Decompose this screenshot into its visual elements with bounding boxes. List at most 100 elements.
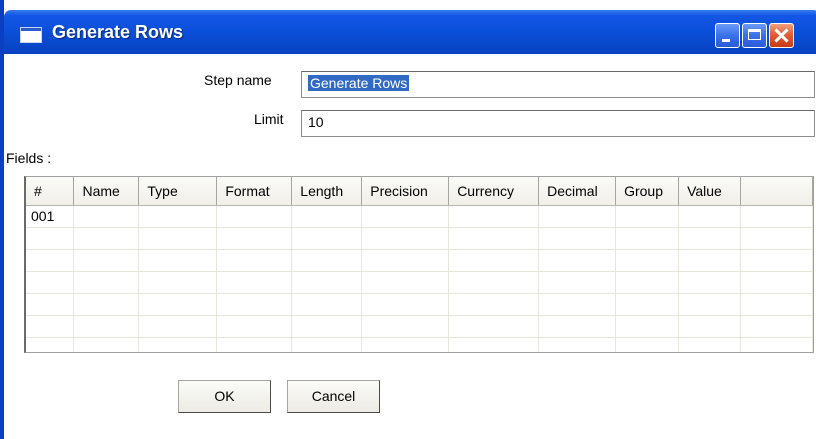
table-cell[interactable]	[73, 205, 140, 228]
table-cell[interactable]	[740, 315, 813, 338]
table-cell[interactable]	[216, 337, 293, 352]
column-header[interactable]: Name	[73, 177, 140, 206]
table-cell[interactable]	[138, 205, 218, 228]
table-cell[interactable]	[216, 227, 293, 250]
table-cell[interactable]	[138, 227, 218, 250]
table-cell[interactable]	[678, 249, 742, 272]
table-cell[interactable]	[678, 315, 742, 338]
table-cell[interactable]	[615, 271, 680, 294]
table-cell[interactable]	[448, 249, 540, 272]
table-cell[interactable]	[678, 293, 742, 316]
table-cell[interactable]	[26, 293, 75, 316]
table-cell[interactable]	[216, 271, 293, 294]
table-cell[interactable]	[291, 315, 363, 338]
table-row[interactable]	[26, 293, 813, 316]
table-cell[interactable]	[538, 271, 617, 294]
table-cell[interactable]	[615, 249, 680, 272]
table-cell[interactable]	[138, 337, 218, 352]
table-cell[interactable]	[538, 337, 617, 352]
table-cell[interactable]	[26, 227, 75, 250]
column-header[interactable]: Precision	[361, 177, 450, 206]
table-cell[interactable]	[615, 337, 680, 352]
table-cell[interactable]	[448, 293, 540, 316]
table-cell[interactable]	[291, 227, 363, 250]
column-header[interactable]: Format	[216, 177, 293, 206]
table-cell[interactable]	[448, 227, 540, 250]
table-row[interactable]	[26, 315, 813, 338]
table-cell[interactable]	[216, 315, 293, 338]
table-cell[interactable]: 001	[26, 205, 75, 228]
table-cell[interactable]	[448, 337, 540, 352]
title-bar[interactable]: Generate Rows	[4, 10, 816, 54]
column-header[interactable]: Currency	[448, 177, 540, 206]
column-header[interactable]: Decimal	[538, 177, 617, 206]
table-cell[interactable]	[740, 337, 813, 352]
table-cell[interactable]	[216, 249, 293, 272]
table-cell[interactable]	[291, 249, 363, 272]
minimize-button[interactable]	[715, 23, 740, 48]
table-cell[interactable]	[538, 205, 617, 228]
column-header[interactable]: #	[26, 177, 75, 206]
table-cell[interactable]	[740, 249, 813, 272]
table-cell[interactable]	[361, 271, 450, 294]
table-cell[interactable]	[740, 227, 813, 250]
table-cell[interactable]	[26, 271, 75, 294]
table-row[interactable]	[26, 249, 813, 272]
table-cell[interactable]	[361, 227, 450, 250]
maximize-button[interactable]	[742, 23, 767, 48]
table-cell[interactable]	[26, 249, 75, 272]
table-cell[interactable]	[361, 337, 450, 352]
column-header[interactable]: Length	[291, 177, 363, 206]
table-row[interactable]	[26, 227, 813, 250]
table-cell[interactable]	[361, 315, 450, 338]
table-cell[interactable]	[291, 293, 363, 316]
table-cell[interactable]	[615, 315, 680, 338]
table-cell[interactable]	[740, 271, 813, 294]
table-cell[interactable]	[538, 227, 617, 250]
ok-button[interactable]: OK	[178, 380, 271, 413]
table-cell[interactable]	[538, 315, 617, 338]
table-cell[interactable]	[216, 205, 293, 228]
table-cell[interactable]	[538, 249, 617, 272]
table-cell[interactable]	[448, 205, 540, 228]
table-cell[interactable]	[26, 337, 75, 352]
table-row[interactable]: 001	[26, 205, 813, 228]
table-row[interactable]	[26, 271, 813, 294]
table-cell[interactable]	[678, 227, 742, 250]
column-header[interactable]: Group	[615, 177, 680, 206]
table-cell[interactable]	[615, 205, 680, 228]
table-cell[interactable]	[73, 337, 140, 352]
table-cell[interactable]	[26, 315, 75, 338]
table-cell[interactable]	[138, 271, 218, 294]
table-cell[interactable]	[361, 205, 450, 228]
table-cell[interactable]	[291, 271, 363, 294]
limit-input[interactable]: 10	[301, 110, 815, 137]
table-cell[interactable]	[615, 227, 680, 250]
table-cell[interactable]	[73, 249, 140, 272]
table-cell[interactable]	[448, 315, 540, 338]
table-cell[interactable]	[538, 293, 617, 316]
table-cell[interactable]	[73, 271, 140, 294]
table-cell[interactable]	[361, 249, 450, 272]
table-cell[interactable]	[678, 337, 742, 352]
fields-table[interactable]: # Name Type Format Length Precision Currency De…	[24, 176, 814, 353]
table-row[interactable]	[26, 337, 813, 352]
table-cell[interactable]	[291, 205, 363, 228]
table-cell[interactable]	[73, 227, 140, 250]
table-cell[interactable]	[291, 337, 363, 352]
table-cell[interactable]	[73, 315, 140, 338]
table-cell[interactable]	[216, 293, 293, 316]
table-cell[interactable]	[138, 293, 218, 316]
table-cell[interactable]	[138, 249, 218, 272]
table-cell[interactable]	[73, 293, 140, 316]
table-cell[interactable]	[740, 205, 813, 228]
cancel-button[interactable]: Cancel	[287, 380, 380, 413]
step-name-input[interactable]: Generate Rows	[301, 71, 815, 98]
table-cell[interactable]	[615, 293, 680, 316]
close-button[interactable]	[769, 23, 794, 48]
table-cell[interactable]	[138, 315, 218, 338]
table-cell[interactable]	[678, 205, 742, 228]
table-cell[interactable]	[361, 293, 450, 316]
table-cell[interactable]	[448, 271, 540, 294]
table-cell[interactable]	[678, 271, 742, 294]
